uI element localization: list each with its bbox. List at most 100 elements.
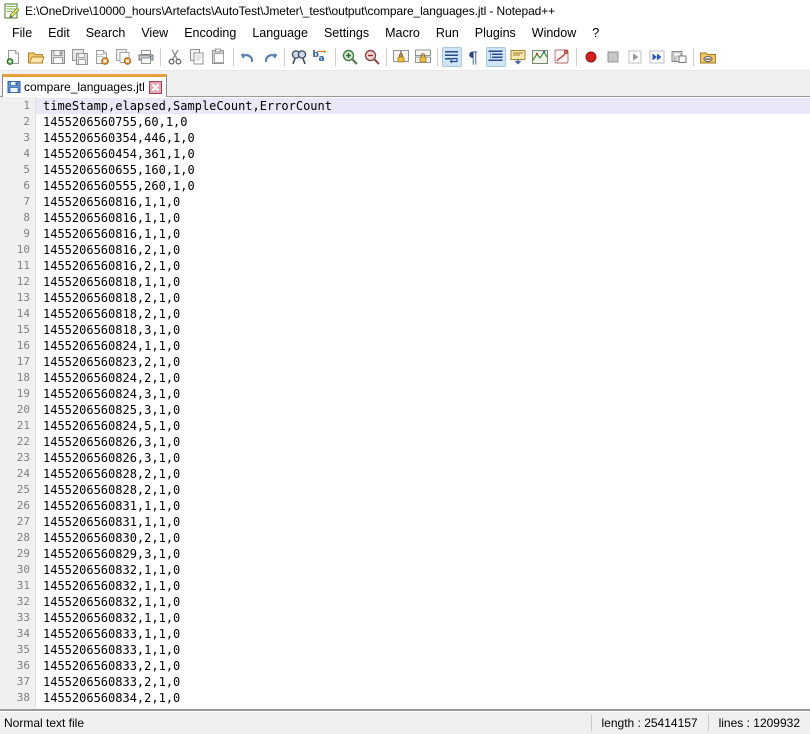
run-program-icon[interactable] bbox=[698, 47, 718, 67]
menu-item-file[interactable]: File bbox=[4, 24, 40, 42]
document-map-icon[interactable] bbox=[530, 47, 550, 67]
undo-icon[interactable] bbox=[238, 47, 258, 67]
menu-item-window[interactable]: Window bbox=[524, 24, 584, 42]
paste-icon[interactable] bbox=[209, 47, 229, 67]
code-line[interactable]: 1455206560816,1,1,0 bbox=[36, 210, 810, 226]
ui-zoom-icon[interactable] bbox=[508, 47, 528, 67]
code-line[interactable]: 1455206560816,1,1,0 bbox=[36, 194, 810, 210]
text-editor[interactable]: 1 2 3 4 5 6 7 8 9 10 11 12 13 14 15 16 17 18 19 20 21 22 23 24 2… bbox=[0, 97, 810, 711]
cut-icon[interactable] bbox=[165, 47, 185, 67]
macro-record-icon[interactable] bbox=[581, 47, 601, 67]
toolbar-separator bbox=[693, 47, 694, 66]
code-line[interactable]: 1455206560816,2,1,0 bbox=[36, 242, 810, 258]
toolbar-separator bbox=[233, 47, 234, 66]
code-line[interactable]: 1455206560826,3,1,0 bbox=[36, 434, 810, 450]
code-line[interactable]: 1455206560833,1,1,0 bbox=[36, 642, 810, 658]
code-line[interactable]: 1455206560833,1,1,0 bbox=[36, 626, 810, 642]
code-line[interactable]: 1455206560832,1,1,0 bbox=[36, 610, 810, 626]
line-number: 7 bbox=[23, 195, 30, 208]
line-number: 30 bbox=[16, 563, 30, 576]
sync-horizontal-scroll-icon[interactable] bbox=[413, 47, 433, 67]
zoom-in-icon[interactable] bbox=[340, 47, 360, 67]
code-line[interactable]: 1455206560818,3,1,0 bbox=[36, 322, 810, 338]
code-line[interactable]: 1455206560831,1,1,0 bbox=[36, 498, 810, 514]
close-file-icon[interactable] bbox=[92, 47, 112, 67]
menu-item-encoding[interactable]: Encoding bbox=[176, 24, 244, 42]
code-line[interactable]: 1455206560834,2,1,0 bbox=[36, 690, 810, 706]
code-line[interactable]: 1455206560816,2,1,0 bbox=[36, 258, 810, 274]
code-line[interactable]: 1455206560832,1,1,0 bbox=[36, 594, 810, 610]
menu-item-run[interactable]: Run bbox=[428, 24, 467, 42]
line-number: 9 bbox=[23, 227, 30, 240]
print-icon[interactable] bbox=[136, 47, 156, 67]
function-list-icon[interactable] bbox=[552, 47, 572, 67]
code-line[interactable]: 1455206560830,2,1,0 bbox=[36, 530, 810, 546]
sync-vertical-scroll-icon[interactable] bbox=[391, 47, 411, 67]
macro-play-icon[interactable] bbox=[625, 47, 645, 67]
code-line[interactable]: 1455206560818,2,1,0 bbox=[36, 306, 810, 322]
menu-item-search[interactable]: Search bbox=[78, 24, 134, 42]
line-number: 16 bbox=[16, 339, 30, 352]
zoom-out-icon[interactable] bbox=[362, 47, 382, 67]
save-icon[interactable] bbox=[48, 47, 68, 67]
code-line[interactable]: 1455206560824,2,1,0 bbox=[36, 370, 810, 386]
code-line[interactable]: 1455206560354,446,1,0 bbox=[36, 130, 810, 146]
code-line[interactable]: 1455206560823,2,1,0 bbox=[36, 354, 810, 370]
code-line[interactable]: 1455206560818,1,1,0 bbox=[36, 274, 810, 290]
code-line[interactable]: 1455206560655,160,1,0 bbox=[36, 162, 810, 178]
code-line[interactable]: 1455206560454,361,1,0 bbox=[36, 146, 810, 162]
menu-item-macro[interactable]: Macro bbox=[377, 24, 428, 42]
close-icon[interactable] bbox=[148, 80, 162, 94]
menu-item-view[interactable]: View bbox=[133, 24, 176, 42]
show-all-characters-icon[interactable]: ¶ bbox=[464, 47, 484, 67]
macro-stop-icon[interactable] bbox=[603, 47, 623, 67]
line-number: 4 bbox=[23, 147, 30, 160]
new-file-icon[interactable] bbox=[4, 47, 24, 67]
line-number: 17 bbox=[16, 355, 30, 368]
menu-item-help[interactable]: ? bbox=[584, 24, 607, 42]
toolbar-separator bbox=[335, 47, 336, 66]
code-line[interactable]: 1455206560818,2,1,0 bbox=[36, 290, 810, 306]
code-line[interactable]: 1455206560832,1,1,0 bbox=[36, 562, 810, 578]
code-line[interactable]: 1455206560829,3,1,0 bbox=[36, 546, 810, 562]
code-line[interactable]: 1455206560833,2,1,0 bbox=[36, 674, 810, 690]
copy-icon[interactable] bbox=[187, 47, 207, 67]
redo-icon[interactable] bbox=[260, 47, 280, 67]
code-line[interactable]: 1455206560828,2,1,0 bbox=[36, 482, 810, 498]
line-number: 33 bbox=[16, 611, 30, 624]
open-file-icon[interactable] bbox=[26, 47, 46, 67]
code-line[interactable]: 1455206560831,1,1,0 bbox=[36, 514, 810, 530]
code-line[interactable]: 1455206560833,2,1,0 bbox=[36, 658, 810, 674]
code-line[interactable]: 1455206560828,2,1,0 bbox=[36, 466, 810, 482]
macro-save-icon[interactable] bbox=[669, 47, 689, 67]
code-line[interactable]: 1455206560826,3,1,0 bbox=[36, 450, 810, 466]
macro-run-multiple-icon[interactable] bbox=[647, 47, 667, 67]
code-line[interactable]: 1455206560824,3,1,0 bbox=[36, 386, 810, 402]
code-content-area[interactable]: timeStamp,elapsed,SampleCount,ErrorCount… bbox=[36, 97, 810, 709]
code-line[interactable]: timeStamp,elapsed,SampleCount,ErrorCount bbox=[36, 98, 810, 114]
code-line[interactable]: 1455206560832,1,1,0 bbox=[36, 578, 810, 594]
code-line[interactable]: 1455206560825,3,1,0 bbox=[36, 402, 810, 418]
saved-document-icon bbox=[7, 80, 21, 94]
menu-item-settings[interactable]: Settings bbox=[316, 24, 377, 42]
code-line[interactable]: 1455206560555,260,1,0 bbox=[36, 178, 810, 194]
code-line[interactable]: 1455206560824,5,1,0 bbox=[36, 418, 810, 434]
toolbar-separator bbox=[160, 47, 161, 66]
code-line[interactable]: 1455206560755,60,1,0 bbox=[36, 114, 810, 130]
word-wrap-icon[interactable] bbox=[442, 46, 462, 67]
menu-item-language[interactable]: Language bbox=[244, 24, 316, 42]
close-all-files-icon[interactable] bbox=[114, 47, 134, 67]
replace-icon[interactable]: b a bbox=[311, 47, 331, 67]
code-line[interactable]: 1455206560834,3,1,0 bbox=[36, 706, 810, 709]
line-number: 36 bbox=[16, 659, 30, 672]
toolbar: b a ¶ bbox=[0, 43, 810, 71]
code-line[interactable]: 1455206560816,1,1,0 bbox=[36, 226, 810, 242]
indent-guide-icon[interactable] bbox=[486, 46, 506, 67]
code-line[interactable]: 1455206560824,1,1,0 bbox=[36, 338, 810, 354]
svg-text:¶: ¶ bbox=[468, 48, 478, 66]
menu-item-plugins[interactable]: Plugins bbox=[467, 24, 524, 42]
menu-item-edit[interactable]: Edit bbox=[40, 24, 78, 42]
save-all-icon[interactable] bbox=[70, 47, 90, 67]
find-icon[interactable] bbox=[289, 47, 309, 67]
tab-compare-languages-jtl[interactable]: compare_languages.jtl bbox=[2, 74, 167, 97]
